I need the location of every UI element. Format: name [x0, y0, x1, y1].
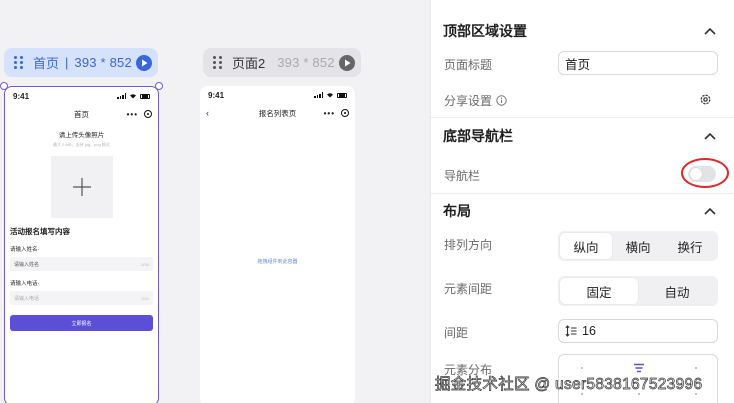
signal-icon — [314, 92, 323, 98]
gear-icon[interactable] — [699, 93, 712, 106]
close-target-icon[interactable] — [144, 110, 152, 118]
section-header-top-area[interactable]: 顶部区域设置 — [443, 21, 716, 41]
avatar-upload-box[interactable] — [50, 156, 113, 218]
close-target-icon[interactable] — [341, 109, 349, 117]
upload-title: 请上传头像照片 — [58, 132, 105, 139]
back-chevron-icon[interactable]: ‹ — [206, 108, 209, 118]
info-icon[interactable] — [496, 95, 507, 106]
mini-nav-bar: ‹ 报名列表页 ••• — [200, 104, 355, 122]
direction-option-horizontal[interactable]: 横向 — [612, 233, 664, 259]
page-tab-separator: | — [65, 55, 69, 70]
section-divider — [431, 117, 734, 118]
drag-handle-icon[interactable] — [213, 56, 222, 69]
status-time: 9:41 — [13, 91, 30, 101]
share-label: 分享设置 — [444, 94, 493, 108]
spacing-segmented-control: 固定 自动 — [558, 276, 718, 306]
mini-nav-bar: 首页 ••• — [5, 105, 158, 123]
form-heading: 活动报名填写内容 — [10, 227, 70, 236]
phone-field-label: 请输入电话· — [10, 281, 40, 287]
distribution-dot[interactable] — [695, 367, 697, 369]
distribution-dot[interactable] — [581, 367, 583, 369]
status-time: 9:41 — [208, 90, 225, 100]
section-divider — [431, 193, 734, 194]
phone-frame-home[interactable]: 9:41 首页 ••• 请上传头像照片 最大 5 MB，支持 jpg、png 格… — [4, 86, 159, 403]
chevron-up-icon[interactable] — [704, 27, 716, 35]
highlight-ring — [681, 158, 729, 188]
section-title: 布局 — [443, 203, 471, 219]
share-setting-row: 分享设置 — [444, 92, 507, 109]
resize-handle-left[interactable] — [0, 82, 8, 90]
drag-handle-icon[interactable] — [14, 56, 23, 69]
section-title: 底部导航栏 — [443, 128, 513, 144]
drop-zone-hint: 拖拽组件到此容器 — [257, 259, 298, 265]
page-tab-page2[interactable]: 页面2 393 * 852 — [203, 48, 361, 77]
spacing-option-auto[interactable]: 自动 — [638, 278, 716, 304]
nav-title: 首页 — [74, 109, 89, 119]
phone-placeholder: 请输入电话 — [14, 295, 40, 302]
gap-value: 16 — [582, 324, 596, 338]
upload-hint: 最大 5 MB，支持 jpg、png 格式 — [53, 142, 110, 147]
editor-canvas: 首页 | 393 * 852 页面2 393 * 852 9:41 首页 ••• — [0, 0, 430, 403]
name-field-label: 请输入姓名· — [10, 247, 40, 253]
wifi-icon — [130, 94, 136, 99]
gap-label: 间距 — [444, 326, 469, 340]
page-tab-home[interactable]: 首页 | 393 * 852 — [4, 48, 158, 77]
battery-icon — [140, 93, 150, 99]
phone-input[interactable]: 请输入电话 0/11 — [10, 291, 153, 305]
phone-char-count: 0/11 — [141, 295, 150, 301]
direction-segmented-control: 纵向 横向 换行 — [558, 231, 718, 261]
more-icon[interactable]: ••• — [324, 109, 335, 118]
submit-button[interactable]: 立即报名 — [10, 315, 153, 331]
page-tab-size: 393 * 852 — [74, 55, 132, 70]
battery-icon — [337, 92, 347, 98]
page-title-input[interactable]: 首页 — [558, 51, 718, 75]
section-header-layout[interactable]: 布局 — [443, 201, 716, 221]
properties-panel: 顶部区域设置 页面标题 首页 分享设置 底部导航栏 导航栏 布局 排列方向 纵向… — [430, 0, 734, 403]
spacing-label: 元素间距 — [444, 282, 493, 296]
nav-title: 报名列表页 — [258, 108, 297, 118]
name-char-count: 0/34 — [141, 261, 149, 267]
section-title: 顶部区域设置 — [443, 23, 527, 39]
resize-handle-right[interactable] — [155, 82, 163, 90]
gap-input[interactable]: 16 — [558, 319, 718, 343]
spacing-option-fixed[interactable]: 固定 — [560, 278, 638, 304]
page-title-label: 页面标题 — [444, 58, 493, 72]
direction-label: 排列方向 — [444, 238, 493, 252]
direction-option-wrap[interactable]: 换行 — [664, 233, 716, 259]
status-bar: 9:41 — [5, 87, 158, 105]
wifi-icon — [327, 93, 333, 98]
section-header-bottom-nav[interactable]: 底部导航栏 — [443, 126, 716, 146]
chevron-up-icon[interactable] — [704, 132, 716, 140]
preview-play-icon[interactable] — [136, 54, 152, 71]
line-spacing-icon — [565, 325, 577, 337]
status-bar: 9:41 — [200, 86, 355, 104]
watermark: 掘金技术社区 @ user5838167523996 — [435, 376, 703, 394]
page-tab-size: 393 * 852 — [277, 55, 335, 70]
name-input[interactable]: 请输入姓名 0/34 — [10, 257, 153, 271]
page-tab-name: 首页 — [33, 56, 60, 71]
name-placeholder: 请输入姓名 — [14, 261, 40, 268]
nav-bar-label: 导航栏 — [444, 169, 481, 183]
chevron-up-icon[interactable] — [704, 207, 716, 215]
phone-frame-page2[interactable]: 9:41 ‹ 报名列表页 ••• 拖拽组件到此容器 — [200, 86, 355, 403]
signal-icon — [117, 93, 126, 99]
more-icon[interactable]: ••• — [127, 110, 138, 119]
direction-option-vertical[interactable]: 纵向 — [560, 233, 612, 259]
preview-play-icon[interactable] — [339, 54, 355, 71]
plus-icon — [72, 178, 91, 196]
page-tab-name: 页面2 — [232, 56, 266, 71]
